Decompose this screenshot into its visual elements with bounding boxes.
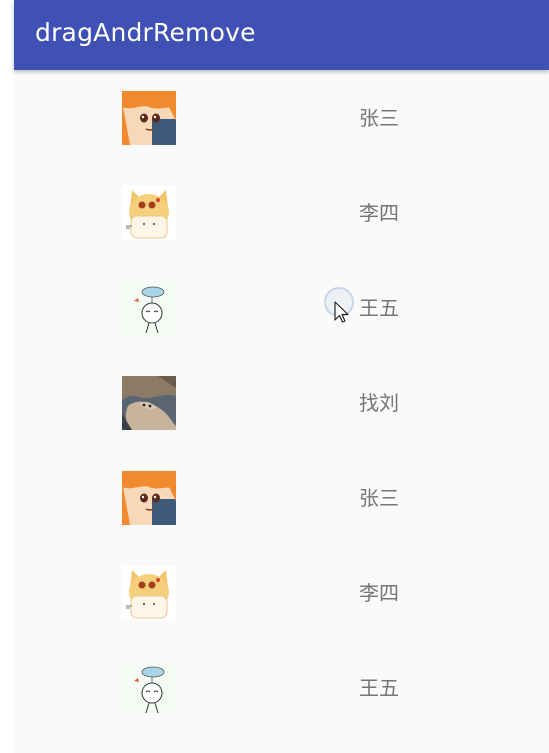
umaru-avatar-icon [122,471,176,525]
cat-girl-avatar-icon [122,186,176,240]
cat-photo-avatar-icon [122,376,176,430]
list-view[interactable]: 张三 李四 王五 找刘 张三 李四 王五 [14,70,549,753]
item-name: 王五 [359,296,399,320]
cloud-doodle-avatar-icon [122,281,176,335]
app-bar: dragAndrRemove [14,0,549,70]
list-item[interactable]: 找刘 [14,355,549,450]
item-name: 李四 [359,201,399,225]
item-name: 张三 [359,486,399,510]
item-name: 李四 [359,581,399,605]
cloud-doodle-avatar-icon [122,661,176,715]
list-item[interactable]: 李四 [14,545,549,640]
list-item[interactable]: 张三 [14,70,549,165]
umaru-avatar-icon [122,91,176,145]
list-item[interactable]: 王五 [14,640,549,735]
item-name: 张三 [359,106,399,130]
item-name: 王五 [359,676,399,700]
list-item[interactable]: 张三 [14,450,549,545]
cat-girl-avatar-icon [122,566,176,620]
list-item[interactable]: 李四 [14,165,549,260]
item-list: 张三 李四 王五 找刘 张三 李四 王五 [14,70,549,735]
list-item[interactable]: 王五 [14,260,549,355]
item-name: 找刘 [359,391,399,415]
phone-screen: dragAndrRemove 张三 李四 王五 找刘 张三 李四 王五 [0,0,549,753]
app-title: dragAndrRemove [35,18,256,47]
